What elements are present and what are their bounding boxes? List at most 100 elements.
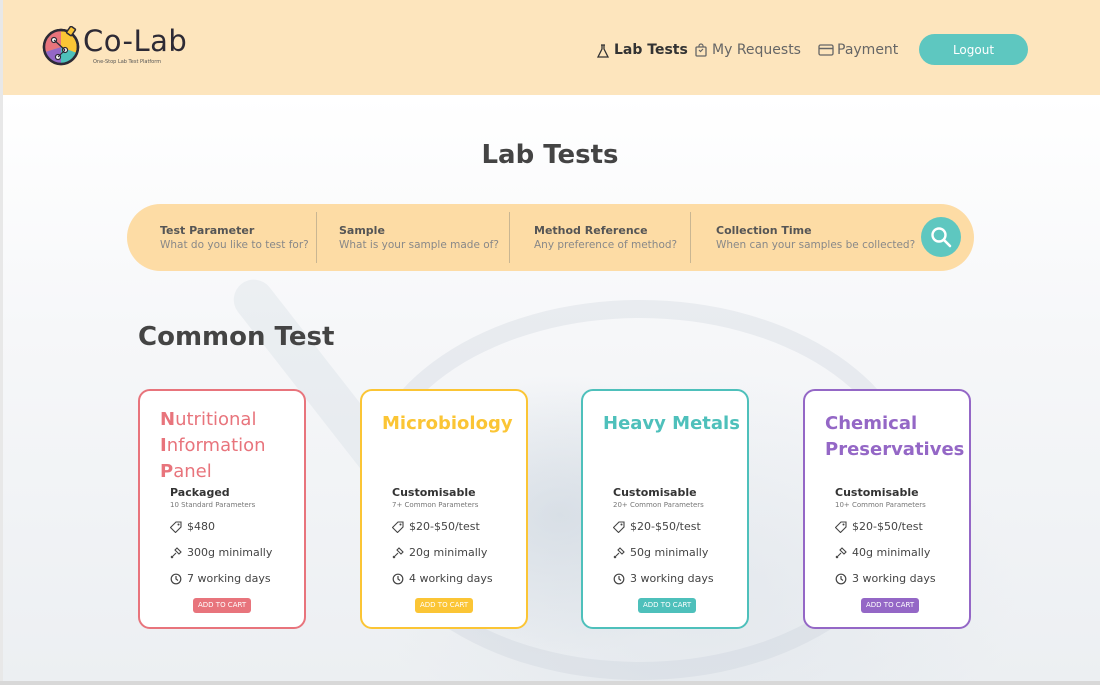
card-sample: 50g minimally	[613, 546, 708, 559]
card-parameters: 20+ Common Parameters	[613, 501, 704, 509]
search-divider	[509, 212, 510, 263]
brand-name: Co-Lab	[83, 24, 188, 58]
search-field-placeholder: When can your samples be collected?	[716, 239, 916, 251]
test-card-nutritional-information-panel[interactable]: Nutritional Information Panel Packaged 1…	[138, 389, 306, 629]
card-title-line: Chemical	[825, 413, 918, 434]
dropper-icon	[835, 546, 847, 559]
search-field-method-reference[interactable]: Method Reference Any preference of metho…	[534, 224, 677, 251]
add-to-cart-button[interactable]: ADD TO CART	[638, 598, 697, 613]
search-divider	[690, 212, 691, 263]
card-price: $480	[170, 520, 215, 533]
flask-logo-icon	[41, 25, 81, 66]
card-sample: 40g minimally	[835, 546, 930, 559]
card-time: 7 working days	[170, 572, 271, 585]
card-type: Customisable	[613, 486, 697, 499]
search-field-label: Sample	[339, 224, 385, 237]
add-to-cart-button[interactable]: ADD TO CART	[193, 598, 252, 613]
price-value: $20-$50/test	[409, 520, 480, 533]
search-field-placeholder: What is your sample made of?	[339, 239, 499, 251]
search-field-sample[interactable]: Sample What is your sample made of?	[339, 224, 499, 251]
search-divider	[316, 212, 317, 263]
nav-payment[interactable]: Payment	[818, 42, 898, 58]
search-field-placeholder: What do you like to test for?	[160, 239, 309, 251]
brand-logo[interactable]: Co-Lab One-Stop Lab Test Platform	[41, 24, 188, 66]
nav-lab-tests-label: Lab Tests	[614, 42, 688, 58]
test-card-heavy-metals[interactable]: Heavy Metals Customisable 20+ Common Par…	[581, 389, 749, 629]
clock-icon	[613, 573, 625, 585]
top-header: Co-Lab One-Stop Lab Test Platform Lab Te…	[3, 0, 1100, 95]
card-type: Customisable	[392, 486, 476, 499]
card-title-line: Preservatives	[825, 439, 965, 460]
beaker-icon	[595, 43, 611, 59]
price-tag-icon	[392, 520, 404, 533]
nav-lab-tests[interactable]: Lab Tests	[595, 42, 688, 59]
search-button[interactable]	[921, 217, 961, 257]
card-time: 4 working days	[392, 572, 493, 585]
time-value: 3 working days	[852, 572, 936, 585]
price-value: $20-$50/test	[630, 520, 701, 533]
time-value: 3 working days	[630, 572, 714, 585]
price-tag-icon	[170, 520, 182, 533]
sample-value: 300g minimally	[187, 546, 273, 559]
clock-icon	[392, 573, 404, 585]
page-title: Lab Tests	[481, 140, 619, 170]
logout-button[interactable]: Logout	[919, 34, 1028, 65]
nav-payment-label: Payment	[837, 42, 899, 58]
shopping-bag-icon	[693, 42, 709, 58]
credit-card-icon	[818, 42, 834, 58]
search-icon	[931, 227, 952, 248]
sample-value: 50g minimally	[630, 546, 709, 559]
dropper-icon	[613, 546, 625, 559]
test-card-microbiology[interactable]: Microbiology Customisable 7+ Common Para…	[360, 389, 528, 629]
card-sample: 300g minimally	[170, 546, 272, 559]
card-time: 3 working days	[835, 572, 936, 585]
card-title: Microbiology	[382, 413, 513, 434]
card-title: Heavy Metals	[603, 413, 740, 434]
price-value: $480	[187, 520, 215, 533]
dropper-icon	[170, 546, 182, 559]
title-initial: P	[160, 461, 174, 482]
card-type: Customisable	[835, 486, 919, 499]
dropper-icon	[392, 546, 404, 559]
card-price: $20-$50/test	[392, 520, 480, 533]
search-bar: Test Parameter What do you like to test …	[127, 204, 974, 271]
price-tag-icon	[835, 520, 847, 533]
test-card-chemical-preservatives[interactable]: Chemical Preservatives Customisable 10+ …	[803, 389, 971, 629]
card-price: $20-$50/test	[835, 520, 923, 533]
add-to-cart-button[interactable]: ADD TO CART	[861, 598, 920, 613]
time-value: 7 working days	[187, 572, 271, 585]
card-parameters: 7+ Common Parameters	[392, 501, 479, 509]
card-price: $20-$50/test	[613, 520, 701, 533]
time-value: 4 working days	[409, 572, 493, 585]
card-parameters: 10+ Common Parameters	[835, 501, 926, 509]
sample-value: 40g minimally	[852, 546, 931, 559]
search-field-label: Test Parameter	[160, 224, 255, 237]
clock-icon	[835, 573, 847, 585]
search-field-placeholder: Any preference of method?	[534, 239, 678, 251]
search-field-collection-time[interactable]: Collection Time When can your samples be…	[716, 224, 915, 251]
search-field-label: Method Reference	[534, 224, 648, 237]
card-sample: 20g minimally	[392, 546, 487, 559]
title-initial: I	[160, 435, 167, 456]
card-time: 3 working days	[613, 572, 714, 585]
nav-my-requests-label: My Requests	[712, 42, 801, 58]
section-title: Common Test	[138, 322, 335, 352]
add-to-cart-button[interactable]: ADD TO CART	[415, 598, 474, 613]
price-tag-icon	[613, 520, 625, 533]
window-edge-bottom	[0, 681, 1100, 685]
title-rest: anel	[173, 461, 212, 482]
title-initial: N	[160, 409, 176, 430]
brand-tagline: One-Stop Lab Test Platform	[93, 59, 162, 65]
clock-icon	[170, 573, 182, 585]
search-field-test-parameter[interactable]: Test Parameter What do you like to test …	[160, 224, 309, 251]
window-edge	[0, 0, 3, 685]
sample-value: 20g minimally	[409, 546, 488, 559]
card-title: Nutritional Information Panel	[160, 407, 266, 485]
card-type: Packaged	[170, 486, 230, 499]
nav-my-requests[interactable]: My Requests	[693, 42, 801, 58]
card-parameters: 10 Standard Parameters	[170, 501, 256, 509]
search-field-label: Collection Time	[716, 224, 812, 237]
title-rest: utritional	[175, 409, 257, 430]
card-title: Chemical Preservatives	[825, 411, 964, 463]
price-value: $20-$50/test	[852, 520, 923, 533]
